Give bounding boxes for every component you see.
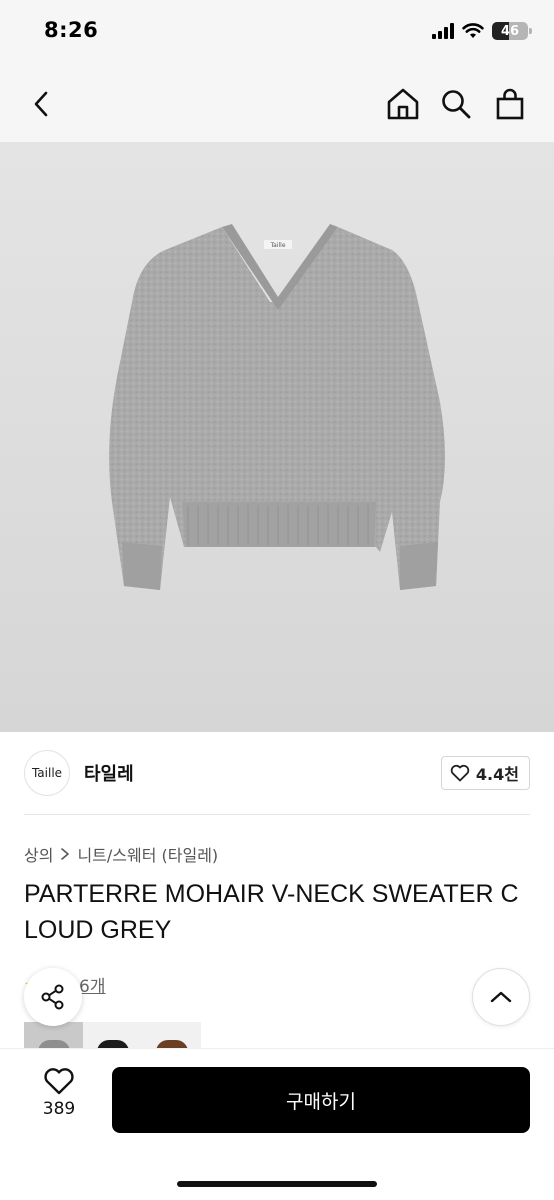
- buy-button[interactable]: 구매하기: [112, 1067, 530, 1133]
- share-button[interactable]: [24, 968, 82, 1026]
- wifi-icon: [462, 23, 484, 38]
- status-bar: 8:26 46: [0, 0, 554, 68]
- brand-logo[interactable]: Taille: [24, 750, 70, 796]
- shopping-bag-icon: [496, 88, 524, 120]
- breadcrumb-item-category[interactable]: 상의: [24, 842, 53, 866]
- bottom-bar: 389 구매하기: [0, 1048, 554, 1200]
- product-image[interactable]: Taille: [0, 142, 554, 732]
- search-icon: [442, 90, 471, 119]
- divider: [24, 814, 530, 815]
- heart-icon: [450, 764, 470, 782]
- breadcrumb: 상의 니트/스웨터 (타일레): [24, 842, 218, 866]
- status-time: 8:26: [44, 18, 99, 42]
- battery-icon: 46: [492, 22, 528, 40]
- chevron-left-icon: [34, 91, 48, 117]
- brand-like-count: 4.4천: [475, 765, 519, 784]
- scroll-top-button[interactable]: [472, 968, 530, 1026]
- back-button[interactable]: [22, 84, 62, 124]
- chevron-up-icon: [490, 991, 512, 1003]
- garment-label: Taille: [269, 242, 285, 249]
- chevron-right-icon: [61, 848, 70, 860]
- product-title: PARTERRE MOHAIR V-NECK SWEATER CLOUD GRE…: [24, 880, 519, 944]
- brand-like-button[interactable]: 4.4천: [440, 756, 530, 790]
- share-icon: [41, 984, 64, 1010]
- brand-row: Taille 타일레 4.4천: [24, 748, 530, 798]
- search-button[interactable]: [436, 84, 476, 124]
- sweater-illustration: Taille: [109, 224, 445, 590]
- home-indicator: [177, 1181, 377, 1187]
- wishlist-count: 389: [42, 1099, 76, 1119]
- heart-icon: [44, 1068, 74, 1095]
- status-icons: 46: [432, 22, 532, 40]
- cellular-signal-icon: [432, 23, 454, 39]
- brand-name[interactable]: 타일레: [84, 760, 134, 786]
- shopping-bag-button[interactable]: [490, 84, 530, 124]
- wishlist-button[interactable]: 389: [26, 1067, 92, 1131]
- breadcrumb-item-subcategory[interactable]: 니트/스웨터 (타일레): [77, 842, 218, 866]
- battery-level: 46: [500, 23, 520, 39]
- home-button[interactable]: [383, 84, 423, 124]
- nav-bar: [0, 68, 554, 142]
- home-icon: [387, 88, 419, 120]
